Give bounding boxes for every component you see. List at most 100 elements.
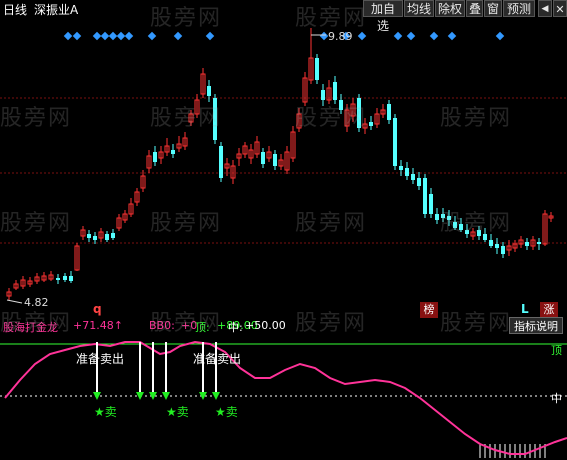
signal-diamond: [319, 31, 329, 41]
signal-diamond: [72, 31, 82, 41]
candle-body: [171, 150, 175, 154]
candle-body: [435, 214, 439, 220]
candle-body: [56, 278, 60, 280]
candle-body: [219, 146, 223, 178]
sell-text: 卖: [225, 405, 238, 419]
zhong-value: +50.00: [245, 319, 286, 332]
candlesticks: [6, 28, 554, 300]
candle-body: [261, 152, 265, 164]
sell-arrow-head: [93, 392, 101, 400]
signal-diamond: [116, 31, 126, 41]
candle-body: [393, 118, 397, 166]
indicator-help-button[interactable]: 指标说明: [509, 317, 563, 334]
candle-body: [63, 276, 67, 280]
candle-body: [465, 230, 469, 234]
sell-text: 卖: [176, 405, 189, 419]
signal-diamond: [108, 31, 118, 41]
candle-body: [525, 242, 529, 246]
candle-body: [105, 234, 109, 240]
candle-body: [453, 222, 457, 228]
candle-body: [369, 122, 373, 126]
top-tag: 顶: [551, 344, 562, 357]
overlay-button[interactable]: 叠: [466, 0, 483, 17]
candle-body: [87, 234, 91, 238]
signal-diamond: [124, 31, 134, 41]
sell-prepare-label: 准备卖出: [193, 352, 242, 366]
moving-average-button[interactable]: 均线: [404, 0, 434, 17]
price-chart[interactable]: [0, 18, 567, 318]
candle-body: [339, 100, 343, 110]
candle-body: [489, 240, 493, 246]
candle-body: [417, 178, 421, 186]
indicator-bottom-bars: [479, 444, 546, 458]
signal-markers: [63, 31, 505, 41]
sell-label: ★卖: [215, 405, 238, 419]
sell-label: ★卖: [94, 405, 117, 419]
close-icon[interactable]: ✕: [553, 0, 567, 17]
signal-diamond: [100, 31, 110, 41]
sell-arrow-head: [136, 392, 144, 400]
signal-diamond: [63, 31, 73, 41]
candle-body: [111, 233, 115, 238]
candle-body: [315, 58, 319, 80]
candle-body: [495, 244, 499, 248]
candle-body: [399, 166, 403, 170]
candle-body: [477, 230, 481, 236]
candle-body: [447, 216, 451, 220]
candle-body: [501, 246, 505, 254]
candle-body: [273, 154, 277, 166]
low-pointer: [6, 299, 23, 304]
candle-body: [213, 98, 217, 140]
candle-body: [537, 242, 541, 244]
candle-body: [387, 104, 391, 120]
price-grid: [0, 97, 567, 244]
l-marker: L: [521, 302, 529, 316]
signal-diamond: [393, 31, 403, 41]
candle-body: [483, 234, 487, 240]
candle-body: [207, 86, 211, 96]
high-price-label: 9.89: [328, 30, 353, 43]
bang-badge: 榜: [420, 302, 438, 318]
candle-body: [93, 236, 97, 240]
zhong-label: 中:: [228, 321, 243, 334]
low-price-label: 4.82: [24, 296, 49, 309]
candle-body: [459, 224, 463, 230]
candle-body: [357, 98, 361, 128]
mid-tag: 中: [551, 392, 562, 405]
candle-body: [405, 168, 409, 176]
signal-diamond: [147, 31, 157, 41]
forecast-button[interactable]: 预测: [503, 0, 535, 17]
indicator-header: 股海打金龙 +71.48↑ BB0: +0 顶: +89.00 中: +50.0…: [0, 318, 567, 334]
bb-label: BB0:: [149, 319, 175, 332]
candle-body: [441, 214, 445, 218]
window-button[interactable]: 窗: [484, 0, 502, 17]
stock-name: 深振业A: [34, 3, 79, 17]
toolbar: 日线 深振业A 加自选 均线 除权 叠 窗 预测 ◀ ✕: [0, 0, 567, 33]
candle-body: [423, 178, 427, 214]
candle-body: [321, 90, 325, 100]
candle-body: [69, 276, 73, 281]
candle-body: [429, 194, 433, 214]
sell-text: 卖: [104, 405, 117, 419]
add-watchlist-button[interactable]: 加自选: [363, 0, 403, 33]
sell-prepare-label: 准备卖出: [76, 352, 125, 366]
ex-rights-button[interactable]: 除权: [435, 0, 465, 17]
signal-diamond: [357, 31, 367, 41]
indicator-name[interactable]: 股海打金龙: [3, 319, 58, 335]
signal-diamond: [205, 31, 215, 41]
sell-label: ★卖: [166, 405, 189, 419]
sell-arrow-head: [212, 392, 220, 400]
collapse-left-icon[interactable]: ◀: [538, 0, 552, 17]
candle-body: [333, 82, 337, 100]
sell-arrow-head: [162, 392, 170, 400]
indicator-value: +71.48↑: [73, 319, 123, 332]
signal-diamond: [447, 31, 457, 41]
period-label[interactable]: 日线: [3, 1, 27, 18]
signal-diamond: [429, 31, 439, 41]
signal-diamond: [406, 31, 416, 41]
ding-label: 顶:: [195, 321, 210, 334]
signal-diamond: [173, 31, 183, 41]
q-marker: q: [93, 302, 102, 316]
price-annotations: [6, 34, 326, 304]
signal-diamond: [92, 31, 102, 41]
